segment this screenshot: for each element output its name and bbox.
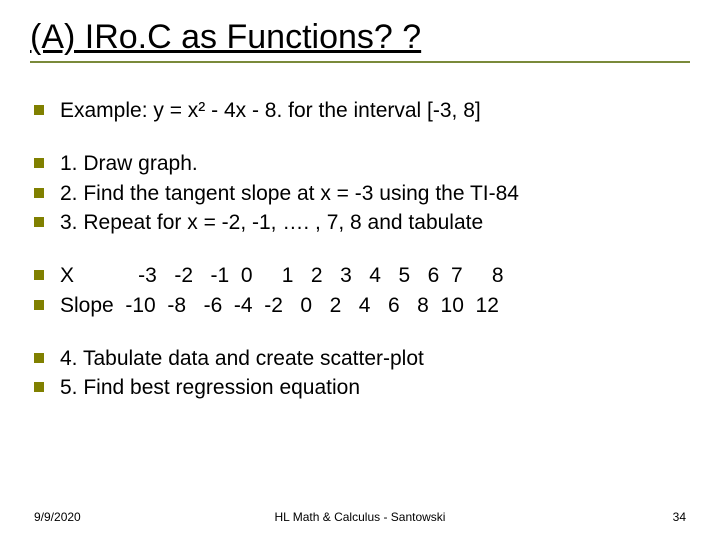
list-item: Example: y = x² - 4x - 8. for the interv… [30,97,690,124]
footer-date: 9/9/2020 [34,510,81,524]
bullet-group-2: X -3 -2 -1 0 1 2 3 4 5 6 7 8 Slope -10 -… [30,262,690,319]
list-item: 5. Find best regression equation [30,374,690,401]
bullet-group-3: 4. Tabulate data and create scatter-plot… [30,345,690,402]
bullet-text: 2. Find the tangent slope at x = -3 usin… [60,180,690,207]
list-item: 4. Tabulate data and create scatter-plot [30,345,690,372]
square-bullet-icon [34,188,44,198]
footer-page: 34 [673,510,686,524]
list-item: 2. Find the tangent slope at x = -3 usin… [30,180,690,207]
square-bullet-icon [34,270,44,280]
footer-center: HL Math & Calculus - Santowski [0,510,720,524]
slide-title: (A) IRo.C as Functions? ? [30,18,690,63]
bullet-text: 5. Find best regression equation [60,374,690,401]
bullet-text: 3. Repeat for x = -2, -1, …. , 7, 8 and … [60,209,690,236]
square-bullet-icon [34,382,44,392]
square-bullet-icon [34,353,44,363]
bullet-text: 4. Tabulate data and create scatter-plot [60,345,690,372]
bullet-group-1: 1. Draw graph. 2. Find the tangent slope… [30,150,690,236]
list-item: 3. Repeat for x = -2, -1, …. , 7, 8 and … [30,209,690,236]
bullet-text: X -3 -2 -1 0 1 2 3 4 5 6 7 8 [60,262,690,289]
bullet-text: Slope -10 -8 -6 -4 -2 0 2 4 6 8 10 12 [60,292,690,319]
slide-body: Example: y = x² - 4x - 8. for the interv… [30,69,690,510]
slide: (A) IRo.C as Functions? ? Example: y = x… [0,0,720,540]
bullet-group-0: Example: y = x² - 4x - 8. for the interv… [30,97,690,124]
list-item: Slope -10 -8 -6 -4 -2 0 2 4 6 8 10 12 [30,292,690,319]
square-bullet-icon [34,105,44,115]
square-bullet-icon [34,217,44,227]
bullet-text: 1. Draw graph. [60,150,690,177]
square-bullet-icon [34,300,44,310]
bullet-text: Example: y = x² - 4x - 8. for the interv… [60,97,690,124]
list-item: 1. Draw graph. [30,150,690,177]
square-bullet-icon [34,158,44,168]
list-item: X -3 -2 -1 0 1 2 3 4 5 6 7 8 [30,262,690,289]
slide-footer: 9/9/2020 HL Math & Calculus - Santowski … [30,510,690,526]
